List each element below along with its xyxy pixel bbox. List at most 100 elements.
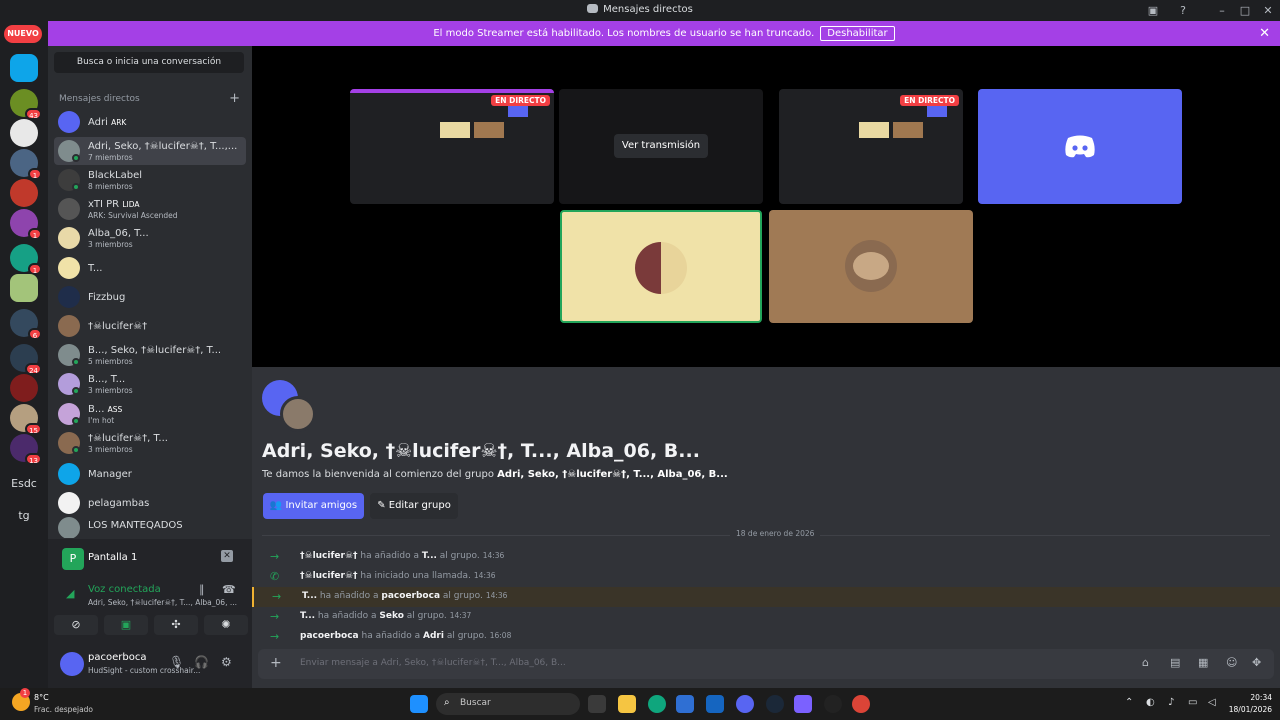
main-content: EN DIRECTO Ver transmisión EN DIRECTO Ad… (252, 46, 1280, 688)
edit-group-button[interactable]: ✎ Editar grupo (370, 493, 458, 519)
soundboard-button[interactable]: ✺ (204, 615, 248, 635)
dm-item[interactable]: Alba_06, T... 3 miembros (54, 224, 246, 252)
dm-item[interactable]: T... (54, 254, 246, 282)
system-message[interactable]: → T... ha añadido a pacoerboca al grupo.… (252, 587, 1280, 607)
tray-app-icon[interactable]: ◐ (1146, 697, 1155, 708)
group-avatar (280, 396, 316, 432)
server-icon[interactable]: 13 (10, 434, 42, 465)
file-explorer-icon[interactable] (618, 695, 636, 713)
voice-connected-label: Voz conectada (88, 584, 161, 595)
server-icon[interactable]: 6 (10, 309, 42, 340)
screen-share-button[interactable]: ▣ (104, 615, 148, 635)
outlook-icon[interactable] (676, 695, 694, 713)
clock[interactable]: 20:34 18/01/2026 (1229, 692, 1272, 716)
volume-icon[interactable]: ◁ (1208, 697, 1216, 708)
stream-tile[interactable]: EN DIRECTO (779, 89, 963, 204)
system-message[interactable]: → †☠lucifer☠† ha añadido a T... al grupo… (252, 547, 1280, 567)
server-icon[interactable] (10, 179, 38, 207)
disconnect-icon[interactable]: ☎ (222, 583, 236, 596)
avatar (58, 198, 80, 220)
stream-tile[interactable]: EN DIRECTO (350, 89, 554, 204)
mic-tray-icon[interactable]: ♪ (1168, 697, 1174, 708)
invite-friends-button[interactable]: 👥 Invitar amigos (263, 493, 364, 519)
dm-item[interactable]: Fizzbug (54, 283, 246, 311)
settings-icon[interactable]: ⚙ (221, 655, 232, 669)
discord-taskbar-icon[interactable] (736, 695, 754, 713)
server-tg[interactable]: tg (8, 509, 40, 522)
server-icon[interactable] (10, 374, 38, 402)
network-icon[interactable]: ▭ (1188, 697, 1197, 708)
server-icon[interactable] (10, 54, 38, 82)
dm-item[interactable]: †☠lucifer☠†, T... 3 miembros (54, 429, 246, 457)
participant-tile[interactable] (978, 89, 1182, 204)
steam-icon[interactable] (766, 695, 784, 713)
stream-tile[interactable]: Ver transmisión (559, 89, 763, 204)
dm-item[interactable]: pelagambas (54, 489, 246, 517)
task-view-icon[interactable] (588, 695, 606, 713)
dm-item[interactable]: †☠lucifer☠† (54, 312, 246, 340)
dm-item[interactable]: B... ASS I'm hot (54, 400, 246, 428)
avatar-image (853, 252, 889, 280)
close-icon[interactable]: ✕ (1259, 26, 1270, 41)
activities-button[interactable]: ✣ (154, 615, 198, 635)
system-message[interactable]: → T... ha añadido a Seko al grupo. 14:37 (252, 607, 1280, 627)
store-icon[interactable] (706, 695, 724, 713)
server-icon[interactable]: 1 (10, 149, 42, 180)
server-icon[interactable]: 43 (10, 89, 42, 120)
dm-item[interactable]: Adri ARK (54, 108, 246, 136)
dm-item[interactable]: xTI PR LIDA ARK: Survival Ascended (54, 195, 246, 223)
message-composer[interactable]: + Enviar mensaje a Adri, Seko, †☠lucifer… (258, 649, 1274, 679)
taskbar-search[interactable]: ⌕ Buscar (436, 693, 580, 715)
server-icon[interactable] (10, 274, 38, 302)
dm-item[interactable]: BlackLabel 8 miembros (54, 166, 246, 194)
dm-item[interactable]: Adri, Seko, †☠lucifer☠†, T...,... 7 miem… (54, 137, 246, 165)
app-icon[interactable] (824, 695, 842, 713)
system-message[interactable]: → pacoerboca ha añadido a Adri al grupo.… (252, 627, 1280, 647)
gift-icon[interactable]: ⌂ (1142, 656, 1149, 669)
dm-item[interactable]: B..., Seko, †☠lucifer☠†, T... 5 miembros (54, 341, 246, 369)
emoji-icon[interactable]: ☺ (1226, 656, 1237, 669)
search-conversation-button[interactable]: Busca o inicia una conversación (54, 52, 244, 73)
server-icon[interactable] (10, 119, 38, 147)
watch-stream-button[interactable]: Ver transmisión (614, 134, 708, 158)
server-icon[interactable]: 24 (10, 344, 42, 375)
chrome-icon[interactable] (852, 695, 870, 713)
tray-chevron-icon[interactable]: ⌃ (1125, 697, 1133, 708)
server-icon[interactable]: 15 (10, 404, 42, 435)
composer-placeholder[interactable]: Enviar mensaje a Adri, Seko, †☠lucifer☠†… (300, 658, 566, 668)
noise-suppression-icon[interactable]: ∥ (199, 583, 205, 596)
gif-icon[interactable]: ▤ (1170, 656, 1180, 669)
start-icon[interactable] (410, 695, 428, 713)
signal-icon[interactable]: ◢ (66, 587, 74, 600)
maximize-button[interactable]: □ (1237, 3, 1253, 19)
camera-off-button[interactable]: ⊘ (54, 615, 98, 635)
dm-item[interactable]: LOS MANTEQADOS (54, 514, 246, 538)
app-icon[interactable] (794, 695, 812, 713)
stop-share-icon[interactable]: ✕ (221, 550, 233, 562)
dm-item[interactable]: B..., T... 3 miembros (54, 370, 246, 398)
title-bar: Mensajes directos ▣ ? – □ ✕ (0, 0, 1280, 21)
inbox-icon[interactable]: ▣ (1145, 3, 1161, 19)
headphones-icon[interactable]: 🎧 (194, 655, 209, 669)
attach-icon[interactable]: + (270, 655, 282, 671)
help-icon[interactable]: ? (1175, 3, 1191, 19)
server-icon[interactable]: 1 (10, 209, 42, 240)
avatar[interactable] (60, 652, 84, 676)
sticker-icon[interactable]: ▦ (1198, 656, 1208, 669)
avatar (58, 111, 80, 133)
disable-streamer-button[interactable]: Deshabilitar (820, 26, 895, 41)
apps-icon[interactable]: ✥ (1252, 656, 1261, 669)
live-badge: EN DIRECTO (900, 95, 959, 106)
system-message[interactable]: ✆ †☠lucifer☠† ha iniciado una llamada. 14… (252, 567, 1280, 587)
close-window-button[interactable]: ✕ (1260, 3, 1276, 19)
minimize-button[interactable]: – (1214, 3, 1230, 19)
participant-tile[interactable] (769, 210, 973, 323)
server-esdc[interactable]: Esdc (8, 477, 40, 490)
mic-icon[interactable]: 🎙 (169, 655, 184, 669)
add-dm-icon[interactable]: + (229, 91, 240, 106)
participant-tile[interactable] (560, 210, 762, 323)
server-icon[interactable]: 1 (10, 244, 42, 275)
dm-item[interactable]: Manager (54, 460, 246, 488)
new-badge[interactable]: NUEVO (4, 25, 42, 43)
edge-icon[interactable] (648, 695, 666, 713)
